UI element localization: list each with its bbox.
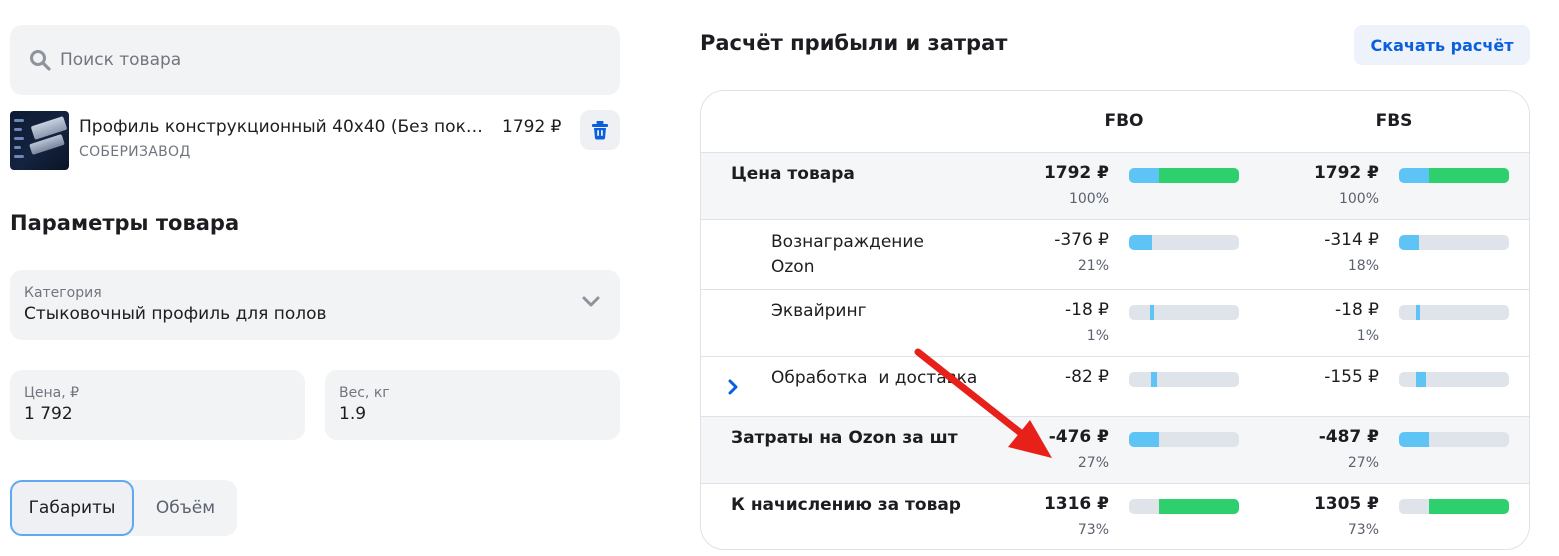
- fbo-bar: [1129, 305, 1239, 320]
- column-header-fbs: FBS: [1375, 111, 1413, 131]
- search-field[interactable]: Поиск товара: [10, 25, 620, 95]
- bar-cost-segment: [1129, 235, 1152, 250]
- bar-profit-segment: [1159, 168, 1239, 183]
- weight-field[interactable]: Вес, кг 1.9: [325, 370, 620, 440]
- fbo-bar: [1129, 235, 1239, 250]
- trash-icon: [592, 121, 608, 140]
- chevron-right-icon[interactable]: [727, 379, 739, 395]
- bar-cost-segment: [1416, 372, 1426, 387]
- row-acquiring: Эквайринг -18 ₽ 1% -18 ₽ 1%: [701, 289, 1529, 356]
- fbs-value: -155 ₽: [1324, 367, 1379, 387]
- product-name: Профиль конструкционный 40х40 (Без покры…: [79, 117, 489, 137]
- row-label: Цена товара: [731, 164, 855, 184]
- fbs-value: 1305 ₽: [1313, 494, 1379, 514]
- download-calc-button[interactable]: Скачать расчёт: [1354, 25, 1530, 65]
- dimension-mode-toggle: Габариты Объём: [10, 480, 237, 536]
- fbs-bar: [1399, 305, 1509, 320]
- fbs-bar: [1399, 235, 1509, 250]
- column-header-fbo: FBO: [1104, 111, 1144, 131]
- fbo-value: -476 ₽: [1048, 427, 1109, 447]
- params-title: Параметры товара: [10, 211, 240, 235]
- row-price: Цена товара 1792 ₽ 100% 1792 ₽ 100%: [701, 152, 1529, 219]
- bar-cost-segment: [1129, 168, 1159, 183]
- fbs-percent: 73%: [1347, 522, 1379, 538]
- row-payout: К начислению за товар 1316 ₽ 73% 1305 ₽ …: [701, 483, 1529, 549]
- search-placeholder[interactable]: Поиск товара: [60, 50, 181, 70]
- fbo-value: 1316 ₽: [1043, 494, 1109, 514]
- row-label: Вознаграждение Ozon: [771, 232, 924, 277]
- bar-cost-segment: [1150, 305, 1154, 320]
- fbs-percent: 18%: [1347, 258, 1379, 274]
- price-field[interactable]: Цена, ₽ 1 792: [10, 370, 305, 440]
- row-processing-delivery[interactable]: Обработка и доставка -82 ₽ -155 ₽: [701, 356, 1529, 416]
- row-label: Обработка и доставка: [771, 368, 978, 388]
- fbo-percent: 21%: [1077, 258, 1109, 274]
- chevron-down-icon: [582, 296, 600, 307]
- fbo-value: 1792 ₽: [1043, 163, 1109, 183]
- fbo-value: -82 ₽: [1065, 367, 1109, 387]
- fbo-value: -376 ₽: [1054, 230, 1109, 250]
- category-value: Стыковочный профиль для полов: [24, 304, 327, 324]
- fbo-value: -18 ₽: [1065, 300, 1109, 320]
- fbs-percent: 1%: [1356, 328, 1379, 344]
- fbo-bar: [1129, 499, 1239, 514]
- fbs-value: -18 ₽: [1335, 300, 1379, 320]
- fbs-bar: [1399, 168, 1509, 183]
- product-thumbnail: [10, 111, 69, 170]
- fbo-bar: [1129, 168, 1239, 183]
- price-label: Цена, ₽: [24, 385, 80, 401]
- product-brand: СОБЕРИЗАВОД: [79, 144, 191, 160]
- weight-label: Вес, кг: [339, 385, 390, 401]
- fbs-bar: [1399, 499, 1509, 514]
- tab-volume[interactable]: Объём: [134, 480, 237, 536]
- fbo-percent: 100%: [1068, 191, 1109, 207]
- price-input[interactable]: 1 792: [24, 404, 73, 424]
- product-price: 1792 ₽: [502, 117, 562, 137]
- calc-table: FBO FBS Цена товара 1792 ₽ 100% 1792 ₽ 1…: [700, 90, 1530, 550]
- fbo-bar: [1129, 372, 1239, 387]
- bar-cost-segment: [1151, 372, 1157, 387]
- category-label: Категория: [24, 285, 102, 301]
- bar-cost-segment: [1129, 432, 1159, 447]
- fbs-value: -487 ₽: [1318, 427, 1379, 447]
- row-label: Эквайринг: [771, 301, 867, 321]
- bar-cost-segment: [1399, 432, 1429, 447]
- fbs-value: 1792 ₽: [1313, 163, 1379, 183]
- bar-cost-segment: [1399, 235, 1419, 250]
- row-ozon-fee: Вознаграждение Ozon -376 ₽ 21% -314 ₽ 18…: [701, 219, 1529, 289]
- row-ozon-costs: Затраты на Ozon за шт -476 ₽ 27% -487 ₽ …: [701, 416, 1529, 483]
- bar-cost-segment: [1399, 168, 1429, 183]
- calc-title: Расчёт прибыли и затрат: [700, 31, 1008, 55]
- selected-product: Профиль конструкционный 40х40 (Без покры…: [10, 110, 620, 170]
- row-label: Затраты на Ozon за шт: [731, 428, 958, 448]
- fbs-bar: [1399, 372, 1509, 387]
- fbs-value: -314 ₽: [1324, 230, 1379, 250]
- fbs-percent: 100%: [1338, 191, 1379, 207]
- category-select[interactable]: Категория Стыковочный профиль для полов: [10, 270, 620, 340]
- bar-profit-segment: [1159, 499, 1239, 514]
- bar-cost-segment: [1416, 305, 1420, 320]
- fbs-percent: 27%: [1347, 455, 1379, 471]
- delete-product-button[interactable]: [580, 110, 620, 150]
- bar-profit-segment: [1429, 499, 1509, 514]
- bar-profit-segment: [1429, 168, 1509, 183]
- row-label: К начислению за товар: [731, 495, 961, 515]
- tab-dimensions[interactable]: Габариты: [10, 480, 134, 536]
- fbo-bar: [1129, 432, 1239, 447]
- search-icon: [30, 50, 51, 71]
- fbs-bar: [1399, 432, 1509, 447]
- fbo-percent: 73%: [1077, 522, 1109, 538]
- weight-input[interactable]: 1.9: [339, 404, 366, 424]
- fbo-percent: 1%: [1086, 328, 1109, 344]
- fbo-percent: 27%: [1077, 455, 1109, 471]
